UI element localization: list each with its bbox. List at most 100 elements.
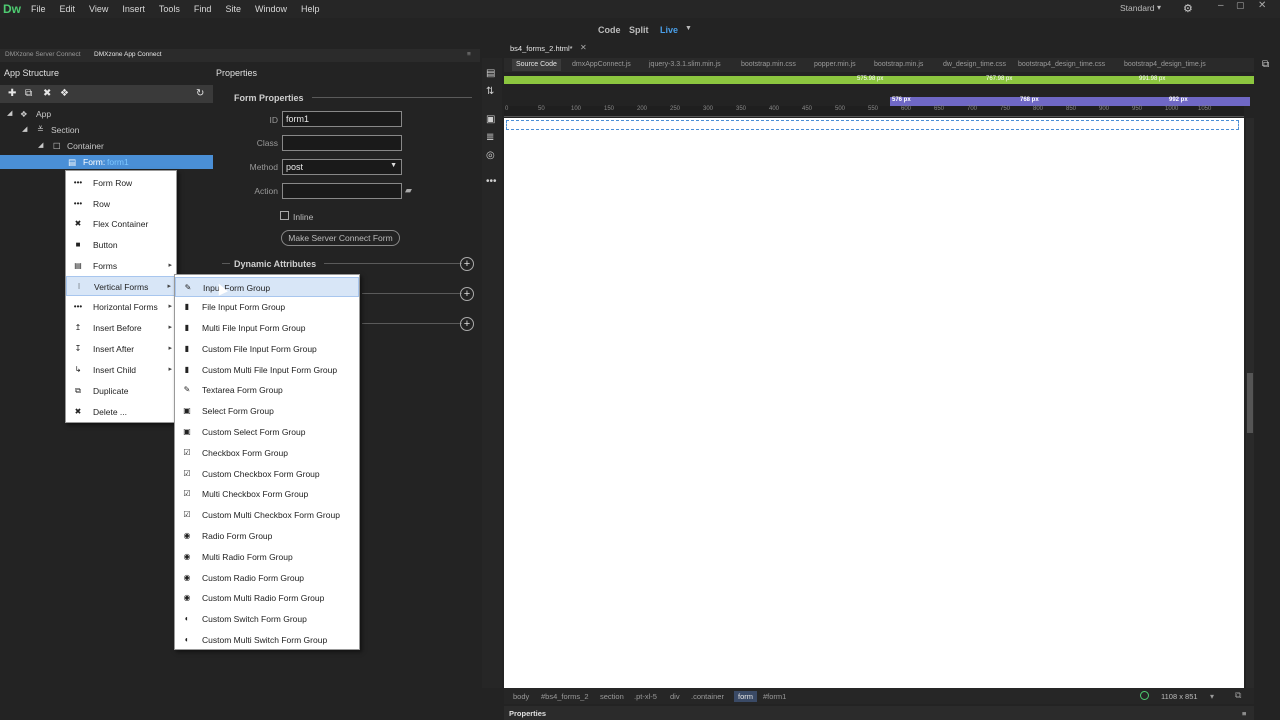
menu-item-multi-checkbox-form-group[interactable]: ☑ Multi Checkbox Form Group — [175, 484, 359, 504]
breadcrumb-item[interactable]: #form1 — [763, 692, 786, 701]
menu-item-delete[interactable]: ✖ Delete ... — [66, 402, 176, 422]
tree-item-container[interactable]: ◢ ☐ Container — [0, 139, 213, 153]
add-icon[interactable]: + — [460, 287, 474, 301]
menu-item-forms[interactable]: ▤ Forms ▸ — [66, 256, 176, 276]
copy-icon[interactable]: ⧉ — [25, 88, 32, 99]
tab-related-file[interactable]: bootstrap.min.js — [874, 61, 923, 68]
tab-app-connect[interactable]: DMXzone App Connect — [94, 51, 162, 58]
menu-item-custom-multi-switch-form-group[interactable]: ◐ Custom Multi Switch Form Group — [175, 630, 359, 650]
make-server-connect-form-button[interactable]: Make Server Connect Form — [281, 230, 400, 246]
assets-icon[interactable]: ◎ — [486, 150, 495, 161]
expand-icon[interactable]: ◢ — [38, 141, 43, 149]
class-field[interactable] — [282, 135, 402, 151]
window-size-label[interactable]: 1108 x 851 — [1161, 692, 1198, 701]
menu-help[interactable]: Help — [294, 4, 327, 14]
tab-server-connect[interactable]: DMXzone Server Connect — [5, 51, 81, 58]
menu-item-vertical-forms[interactable]: ⁝ Vertical Forms ▸ — [66, 276, 176, 296]
action-field[interactable] — [282, 183, 402, 199]
menu-item-file-input-form-group[interactable]: ▮ File Input Form Group — [175, 297, 359, 317]
menu-item-button[interactable]: ■ Button — [66, 235, 176, 255]
document-tab[interactable]: bs4_forms_2.html* ✕ — [504, 42, 594, 56]
live-dropdown-icon[interactable]: ▼ — [685, 25, 692, 32]
sort-icon[interactable]: ⇅ — [486, 86, 494, 97]
tree-item-form[interactable]: ▤ Form: form1 — [0, 155, 213, 169]
maximize-icon[interactable]: ▢ — [1236, 0, 1245, 11]
menu-item-row[interactable]: ••• Row — [66, 194, 176, 214]
menu-item-custom-radio-form-group[interactable]: ◉ Custom Radio Form Group — [175, 568, 359, 588]
menu-file[interactable]: File — [24, 4, 53, 14]
id-field[interactable]: form1 — [282, 111, 402, 127]
workspace-switcher[interactable]: Standard — [1120, 3, 1155, 13]
tab-related-file[interactable]: dw_design_time.css — [943, 61, 1006, 68]
menu-item-checkbox-form-group[interactable]: ☑ Checkbox Form Group — [175, 443, 359, 463]
method-select[interactable]: post ▼ — [282, 159, 402, 175]
tab-related-file[interactable]: bootstrap4_design_time.js — [1124, 61, 1206, 68]
breadcrumb-item[interactable]: #bs4_forms_2 — [541, 692, 589, 701]
breadcrumb-item-active[interactable]: form — [734, 691, 757, 702]
breadcrumb-item[interactable]: div — [670, 692, 680, 701]
code-view-button[interactable]: Code — [598, 25, 621, 35]
menu-item-horizontal-forms[interactable]: ••• Horizontal Forms ▸ — [66, 297, 176, 317]
menu-item-multi-radio-form-group[interactable]: ◉ Multi Radio Form Group — [175, 547, 359, 567]
breadcrumb-item[interactable]: section — [600, 692, 624, 701]
structure-icon[interactable]: ⧉ — [1262, 59, 1269, 70]
menu-item-select-form-group[interactable]: ▣ Select Form Group — [175, 401, 359, 421]
tree-item-app[interactable]: ◢ ❖ App — [0, 107, 213, 121]
close-icon[interactable]: ✕ — [1258, 0, 1266, 11]
preview-icon[interactable]: ⧉ — [1235, 690, 1241, 701]
selected-form-outline[interactable] — [506, 120, 1239, 130]
min-width-media-query-bar[interactable]: 576 px 768 px 992 px — [890, 97, 1250, 106]
menu-site[interactable]: Site — [218, 4, 248, 14]
menu-item-custom-multi-checkbox-form-group[interactable]: ☑ Custom Multi Checkbox Form Group — [175, 505, 359, 525]
menu-item-form-row[interactable]: ••• Form Row — [66, 173, 176, 193]
menu-item-custom-multi-file-input-form-group[interactable]: ▮ Custom Multi File Input Form Group — [175, 360, 359, 380]
more-icon[interactable]: ••• — [486, 176, 497, 187]
components-icon[interactable]: ❖ — [60, 88, 69, 99]
delete-icon[interactable]: ✖ — [43, 88, 51, 99]
menu-item-duplicate[interactable]: ⧉ Duplicate — [66, 381, 176, 401]
breadcrumb-item[interactable]: .pt-xl-5 — [634, 692, 657, 701]
menu-item-multi-file-input-form-group[interactable]: ▮ Multi File Input Form Group — [175, 318, 359, 338]
expand-icon[interactable]: ◢ — [22, 125, 27, 133]
menu-item-custom-multi-radio-form-group[interactable]: ◉ Custom Multi Radio Form Group — [175, 588, 359, 608]
tab-related-file[interactable]: bootstrap4_design_time.css — [1018, 61, 1105, 68]
tab-related-file[interactable]: jquery-3.3.1.slim.min.js — [649, 61, 721, 68]
inline-checkbox[interactable] — [280, 211, 289, 220]
menu-item-radio-form-group[interactable]: ◉ Radio Form Group — [175, 526, 359, 546]
expand-icon[interactable]: ◢ — [7, 109, 12, 117]
menu-item-insert-after[interactable]: ↧ Insert After ▸ — [66, 339, 176, 359]
live-view-canvas[interactable] — [504, 118, 1244, 688]
menu-window[interactable]: Window — [248, 4, 294, 14]
workspace-chevron-icon[interactable]: ▾ — [1157, 3, 1161, 12]
menu-tools[interactable]: Tools — [152, 4, 187, 14]
menu-view[interactable]: View — [82, 4, 115, 14]
menu-item-input-form-group[interactable]: ✎ Input Form Group — [175, 277, 359, 297]
max-width-media-query-bar[interactable]: 575.98 px 767.98 px 991.98 px — [504, 76, 1254, 84]
add-icon[interactable]: ✚ — [8, 88, 16, 99]
panel-menu-icon[interactable]: ≡ — [467, 51, 471, 58]
dom-icon[interactable]: ≣ — [486, 132, 494, 143]
close-tab-icon[interactable]: ✕ — [580, 43, 587, 52]
tab-related-file[interactable]: bootstrap.min.css — [741, 61, 796, 68]
menu-item-custom-select-form-group[interactable]: ▣ Custom Select Form Group — [175, 422, 359, 442]
menu-item-insert-child[interactable]: ↳ Insert Child ▸ — [66, 360, 176, 380]
tab-related-file[interactable]: dmxAppConnect.js — [572, 61, 631, 68]
menu-insert[interactable]: Insert — [115, 4, 152, 14]
split-view-button[interactable]: Split — [629, 25, 649, 35]
folder-icon[interactable]: ▰ — [405, 185, 412, 196]
breadcrumb-item[interactable]: .container — [691, 692, 724, 701]
menu-item-custom-switch-form-group[interactable]: ◐ Custom Switch Form Group — [175, 609, 359, 629]
live-view-button[interactable]: Live — [660, 25, 678, 35]
size-dropdown-icon[interactable]: ▾ — [1210, 692, 1214, 701]
tree-item-section[interactable]: ◢ ≚ Section — [0, 123, 213, 137]
minimize-icon[interactable]: – — [1218, 0, 1224, 11]
gear-icon[interactable]: ⚙ — [1183, 2, 1193, 15]
vertical-scrollbar[interactable] — [1246, 118, 1254, 688]
add-dynamic-attribute-icon[interactable]: + — [460, 257, 474, 271]
scrollbar-thumb[interactable] — [1247, 373, 1253, 433]
menu-item-insert-before[interactable]: ↥ Insert Before ▸ — [66, 318, 176, 338]
tab-source-code[interactable]: Source Code — [512, 59, 561, 71]
breadcrumb-item[interactable]: body — [513, 692, 529, 701]
menu-item-flex-container[interactable]: ✖ Flex Container — [66, 214, 176, 234]
insert-icon[interactable]: ▣ — [486, 114, 495, 125]
